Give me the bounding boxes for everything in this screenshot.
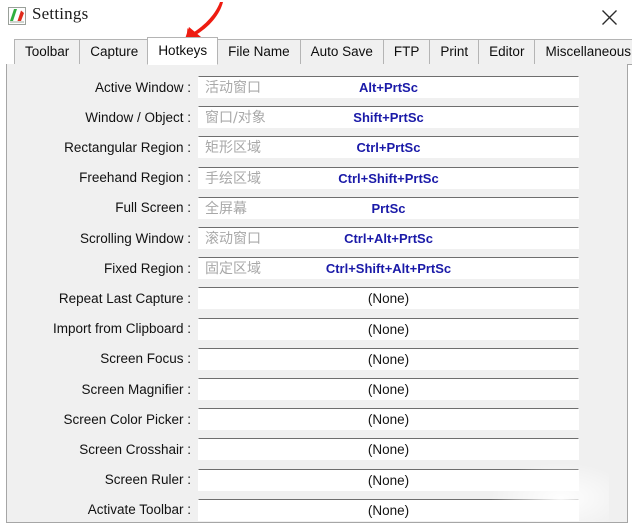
close-button[interactable]: [586, 0, 632, 34]
hotkey-row: Full Screen : 全屏幕PrtSc: [7, 193, 627, 223]
hotkey-row: Freehand Region : 手绘区域Ctrl+Shift+PrtSc: [7, 163, 627, 193]
faststone-capture-icon: [8, 7, 26, 25]
title-bar: Settings: [0, 0, 632, 34]
hotkey-row: Screen Ruler : (None): [7, 465, 627, 495]
hotkey-input[interactable]: (None): [198, 287, 579, 309]
hotkey-row: Screen Color Picker : (None): [7, 404, 627, 434]
close-icon: [601, 9, 618, 26]
hotkey-row: Import from Clipboard : (None): [7, 314, 627, 344]
hotkey-value: (None): [199, 470, 578, 492]
hotkey-row: Screen Magnifier : (None): [7, 374, 627, 404]
hotkey-row: Fixed Region : 固定区域Ctrl+Shift+Alt+PrtSc: [7, 253, 627, 283]
tab-ftp[interactable]: FTP: [383, 39, 431, 65]
hotkey-label: Screen Focus :: [7, 344, 191, 374]
hotkey-label: Active Window :: [7, 72, 191, 102]
settings-window: Settings ToolbarCaptureHotkeysFile NameA…: [0, 0, 632, 526]
hotkey-row: Rectangular Region : 矩形区域Ctrl+PrtSc: [7, 132, 627, 162]
hotkeys-panel: Active Window : 活动窗口Alt+PrtSc Window / Obj…: [6, 64, 628, 523]
hotkey-label: Full Screen :: [7, 193, 191, 223]
window-title: Settings: [32, 4, 88, 24]
hotkey-value: Alt+PrtSc: [199, 77, 578, 99]
hotkey-input[interactable]: (None): [198, 438, 579, 460]
hotkey-label: Fixed Region :: [7, 253, 191, 283]
tab-capture[interactable]: Capture: [79, 39, 149, 65]
hotkey-value: Shift+PrtSc: [199, 107, 578, 129]
hotkey-row: Screen Crosshair : (None): [7, 434, 627, 464]
hotkey-value: Ctrl+Shift+Alt+PrtSc: [199, 258, 578, 280]
hotkey-input[interactable]: (None): [198, 348, 579, 370]
tab-strip: ToolbarCaptureHotkeysFile NameAuto SaveF…: [6, 39, 626, 65]
hotkey-label: Screen Color Picker :: [7, 404, 191, 434]
hotkey-input[interactable]: (None): [198, 469, 579, 491]
hotkey-input[interactable]: (None): [198, 499, 579, 521]
hotkey-input[interactable]: 窗口/对象Shift+PrtSc: [198, 106, 579, 128]
hotkey-input[interactable]: (None): [198, 408, 579, 430]
hotkey-value: Ctrl+Alt+PrtSc: [199, 228, 578, 250]
tab-print[interactable]: Print: [429, 39, 479, 65]
hotkey-label: Repeat Last Capture :: [7, 283, 191, 313]
hotkey-value: PrtSc: [199, 198, 578, 220]
tab-auto-save[interactable]: Auto Save: [300, 39, 384, 65]
hotkey-row: Scrolling Window : 滚动窗口Ctrl+Alt+PrtSc: [7, 223, 627, 253]
hotkey-input[interactable]: 活动窗口Alt+PrtSc: [198, 76, 579, 98]
hotkey-value: (None): [199, 349, 578, 371]
hotkey-input[interactable]: 滚动窗口Ctrl+Alt+PrtSc: [198, 227, 579, 249]
hotkey-row: Window / Object : 窗口/对象Shift+PrtSc: [7, 102, 627, 132]
tab-list: ToolbarCaptureHotkeysFile NameAuto SaveF…: [14, 39, 632, 65]
hotkey-input[interactable]: 矩形区域Ctrl+PrtSc: [198, 136, 579, 158]
hotkey-input[interactable]: (None): [198, 378, 579, 400]
hotkey-label: Rectangular Region :: [7, 132, 191, 162]
hotkey-value: (None): [199, 288, 578, 310]
tab-toolbar[interactable]: Toolbar: [14, 39, 80, 65]
hotkey-value: (None): [199, 500, 578, 522]
tab-hotkeys[interactable]: Hotkeys: [147, 37, 218, 65]
hotkey-row: Repeat Last Capture : (None): [7, 283, 627, 313]
hotkey-input[interactable]: (None): [198, 318, 579, 340]
hotkey-value: (None): [199, 319, 578, 341]
hotkey-value: (None): [199, 379, 578, 401]
hotkey-row: Activate Toolbar : (None): [7, 495, 627, 523]
hotkey-value: Ctrl+PrtSc: [199, 137, 578, 159]
hotkey-label: Window / Object :: [7, 102, 191, 132]
hotkey-row: Screen Focus : (None): [7, 344, 627, 374]
hotkey-label: Activate Toolbar :: [7, 495, 191, 523]
hotkey-value: (None): [199, 439, 578, 461]
tab-file-name[interactable]: File Name: [217, 39, 301, 65]
hotkey-row: Active Window : 活动窗口Alt+PrtSc: [7, 72, 627, 102]
hotkey-row-list: Active Window : 活动窗口Alt+PrtSc Window / Obj…: [7, 64, 627, 522]
tab-miscellaneous[interactable]: Miscellaneous: [534, 39, 632, 65]
hotkey-label: Screen Ruler :: [7, 465, 191, 495]
hotkey-input[interactable]: 手绘区域Ctrl+Shift+PrtSc: [198, 167, 579, 189]
tab-editor[interactable]: Editor: [478, 39, 535, 65]
hotkey-input[interactable]: 全屏幕PrtSc: [198, 197, 579, 219]
hotkey-label: Freehand Region :: [7, 163, 191, 193]
hotkey-value: (None): [199, 409, 578, 431]
hotkey-label: Screen Magnifier :: [7, 374, 191, 404]
hotkey-input[interactable]: 固定区域Ctrl+Shift+Alt+PrtSc: [198, 257, 579, 279]
hotkey-label: Import from Clipboard :: [7, 314, 191, 344]
hotkey-value: Ctrl+Shift+PrtSc: [199, 168, 578, 190]
hotkey-label: Screen Crosshair :: [7, 434, 191, 464]
hotkey-label: Scrolling Window :: [7, 223, 191, 253]
